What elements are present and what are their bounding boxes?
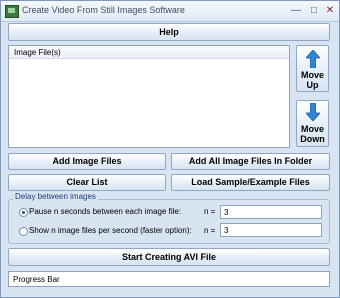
move-down-label-line2: Down [300,134,325,144]
pause-seconds-radio[interactable] [19,208,28,217]
arrow-down-icon [306,103,320,121]
app-icon [5,5,19,18]
clear-list-label: Clear List [66,177,108,187]
list-header: Image File(s) [9,46,289,59]
images-per-second-input[interactable] [220,223,322,237]
images-per-second-radio[interactable] [19,227,28,236]
progress-bar-label: Progress Bar [13,275,60,284]
move-up-button[interactable]: Move Up [296,45,329,92]
progress-bar: Progress Bar [8,271,330,287]
start-creating-avi-label: Start Creating AVI File [121,252,217,262]
window-title: Create Video From Still Images Software [22,5,185,15]
add-all-in-folder-label: Add All Image Files In Folder [188,156,313,166]
minimize-button[interactable]: — [289,4,303,17]
pause-seconds-label[interactable]: Pause n seconds between each image file: [29,207,181,216]
help-button[interactable]: Help [8,23,330,41]
image-files-list[interactable]: Image File(s) [8,45,290,148]
pause-seconds-input[interactable] [220,205,322,219]
add-image-files-button[interactable]: Add Image Files [8,153,166,170]
close-button[interactable]: ✕ [323,4,337,17]
clear-list-button[interactable]: Clear List [8,174,166,191]
pause-n-label: n = [204,207,216,216]
add-image-files-label: Add Image Files [52,156,122,166]
maximize-button[interactable]: □ [307,4,321,17]
title-bar[interactable]: Create Video From Still Images Software … [1,1,339,22]
add-all-in-folder-button[interactable]: Add All Image Files In Folder [171,153,330,170]
images-n-label: n = [204,226,216,235]
start-creating-avi-button[interactable]: Start Creating AVI File [8,248,330,266]
load-sample-label: Load Sample/Example Files [191,177,310,187]
app-window: Create Video From Still Images Software … [0,0,340,298]
help-button-label: Help [159,27,179,37]
images-per-second-label[interactable]: Show n image files per second (faster op… [29,226,192,235]
move-down-button[interactable]: Move Down [296,100,329,147]
load-sample-button[interactable]: Load Sample/Example Files [171,174,330,191]
delay-group-legend: Delay between images [13,192,98,201]
arrow-up-icon [306,50,320,68]
move-up-label-line2: Up [306,80,319,90]
